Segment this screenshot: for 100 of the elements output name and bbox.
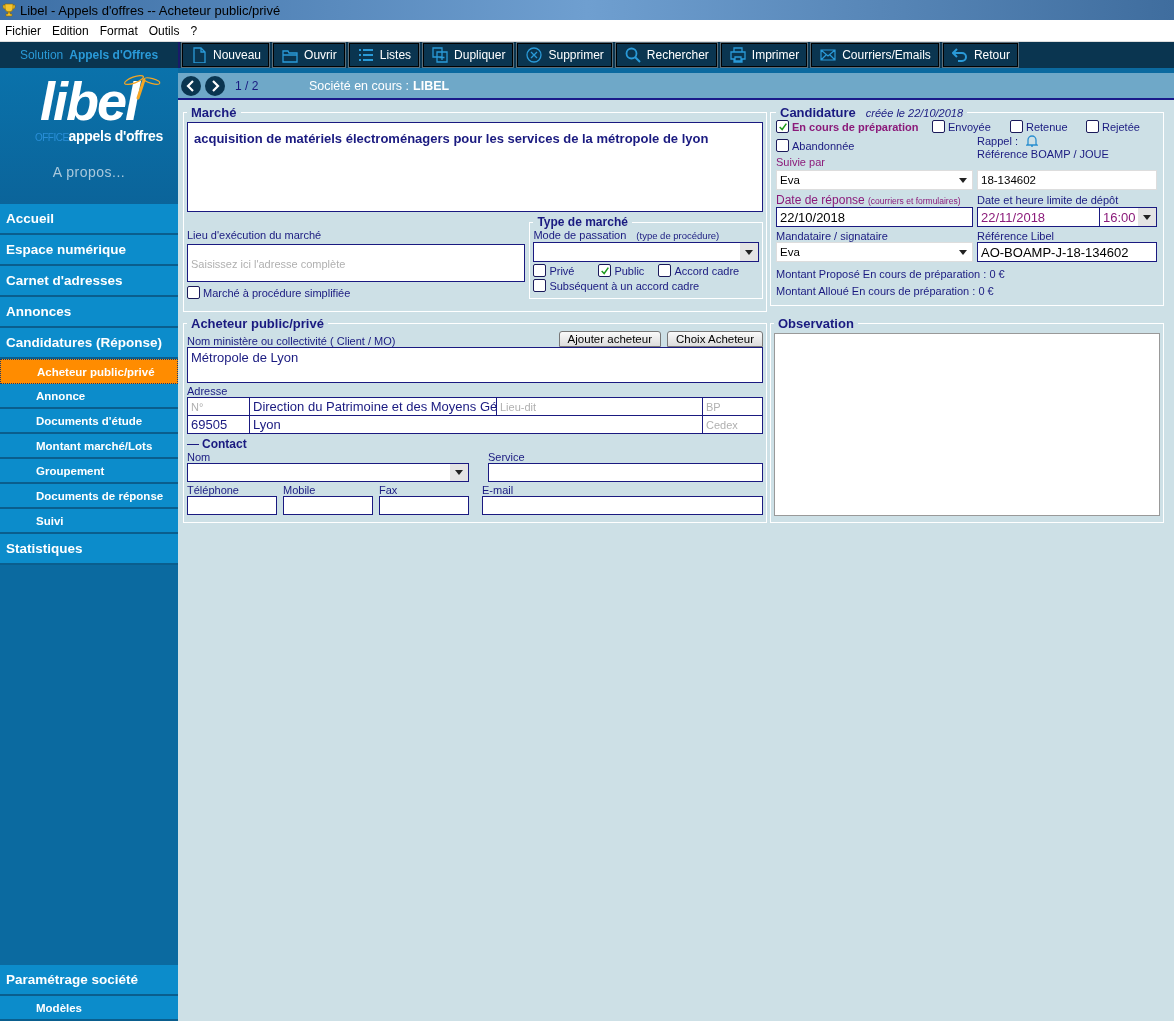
toolbar-button[interactable]: Imprimer (720, 43, 808, 67)
sidebar-item[interactable]: Documents de réponse (0, 484, 178, 509)
sidebar-item[interactable]: Candidatures (Réponse) (0, 328, 178, 359)
toolbar-button[interactable]: Supprimer (517, 43, 612, 67)
company-name: LIBEL (413, 78, 450, 93)
amount-text: Montant Proposé En cours de préparation : 0 € (776, 268, 1006, 280)
sidebar-item[interactable]: Annonce (0, 384, 178, 409)
chevron-left-icon (185, 79, 197, 92)
field-label: Rappel : (977, 135, 1018, 147)
solution-name: Appels d'Offres (69, 48, 159, 62)
dropdown-field[interactable] (533, 242, 759, 262)
company-label: Société en cours : (309, 78, 410, 93)
checkbox[interactable] (776, 139, 789, 152)
sidebar-item[interactable]: Suivi (0, 509, 178, 534)
mail-icon (820, 47, 837, 63)
field-label: Date et heure limite de dépôt (977, 194, 1119, 206)
time-field[interactable]: 16:00 (1100, 207, 1157, 227)
object-field[interactable]: acquisition de matériels électroménagers pour les services de la métropole de lyon (187, 122, 763, 212)
sidebar-item[interactable]: Modèles (0, 996, 178, 1021)
checkbox-label: En cours de préparation (792, 120, 919, 133)
input-field[interactable] (379, 496, 469, 515)
sidebar-item[interactable]: Annonces (0, 297, 178, 328)
toolbar-button[interactable]: Retour (942, 43, 1018, 67)
date-field[interactable]: 22/11/2018 (977, 207, 1100, 227)
toolbar-button[interactable]: Dupliquer (423, 43, 514, 67)
checkbox[interactable] (598, 264, 612, 277)
checkbox[interactable] (932, 120, 945, 133)
toolbar-button[interactable]: Listes (348, 43, 420, 67)
sidebar-item[interactable]: Espace numérique (0, 235, 178, 266)
field-label: Lieu d'exécution du marché (187, 229, 323, 241)
sidebar-item[interactable]: Accueil (0, 204, 178, 235)
created-date: créée le 22/10/2018 (865, 107, 964, 119)
duplicate-icon (432, 47, 449, 63)
field-label: Téléphone (187, 484, 240, 496)
document-icon (191, 47, 207, 63)
input-field[interactable]: AO-BOAMP-J-18-134602 (977, 242, 1157, 262)
checkbox-label: Abandonnée (792, 139, 855, 152)
checkbox-label: Retenue (1026, 120, 1068, 133)
logo-name: libel (40, 76, 138, 126)
panel-title: Acheteur public/privé (190, 316, 325, 331)
field-label: Nom (187, 451, 212, 463)
checkbox[interactable] (533, 279, 547, 292)
input-field[interactable] (488, 463, 763, 482)
input-field[interactable]: Métropole de Lyon (187, 347, 763, 383)
menu-item[interactable]: Fichier (0, 23, 47, 38)
logo-product: appels d'offres (68, 128, 164, 144)
date-field[interactable]: 22/10/2018 (776, 207, 973, 227)
toolbar-button[interactable]: Rechercher (615, 43, 717, 67)
window-title: Libel - Appels d'offres -- Acheteur public/privé (20, 2, 281, 18)
checkbox[interactable] (658, 264, 672, 277)
field-label: Nom ministère ou collectivité ( Client / MO) (187, 335, 397, 347)
input-field[interactable] (283, 496, 373, 515)
sidebar-item[interactable]: Montant marché/Lots (0, 434, 178, 459)
tab-button[interactable]: Ajouter acheteur (558, 331, 661, 347)
toolbar-button[interactable]: Ouvrir (273, 43, 345, 67)
panel-title: Candidature (780, 105, 856, 120)
record-position: 1 / 2 (235, 78, 260, 93)
about-link[interactable]: A propos... (52, 164, 126, 180)
checkbox[interactable] (1010, 120, 1023, 133)
sidebar-item[interactable]: Groupement (0, 459, 178, 484)
dropdown-field[interactable] (187, 463, 469, 482)
checkbox-label: Rejetée (1102, 120, 1140, 133)
search-icon (624, 47, 641, 63)
checkbox[interactable] (187, 286, 200, 299)
sidebar-item[interactable]: Documents d'étude (0, 409, 178, 434)
return-icon (951, 47, 968, 63)
input-field[interactable]: Saisissez ici l'adresse complète (187, 244, 526, 282)
previous-button[interactable] (181, 75, 201, 96)
dropdown-field[interactable]: Eva (776, 170, 973, 190)
checkbox[interactable] (1086, 120, 1099, 133)
input-field[interactable] (187, 496, 277, 515)
input-field[interactable] (482, 496, 763, 515)
section-title: Contact (202, 437, 247, 451)
checkbox-label: Public (614, 264, 645, 277)
panel-title: Marché (190, 105, 238, 120)
toolbar-button[interactable]: Nouveau (182, 43, 270, 67)
sidebar-item[interactable]: Paramétrage société (0, 965, 178, 996)
toolbar-button[interactable]: Courriers/Emails (811, 43, 939, 67)
folder-icon (282, 47, 299, 63)
input-field[interactable]: 18-134602 (977, 170, 1157, 190)
checkbox-label: Subséquent à un accord cadre (549, 279, 700, 292)
tab-button[interactable]: Choix Acheteur (667, 331, 763, 347)
dropdown-field[interactable]: Eva (776, 242, 973, 262)
printer-icon (729, 47, 746, 63)
field-label: Mode de passation (533, 229, 627, 241)
field-label: Suivie par (776, 156, 826, 168)
checkbox[interactable] (533, 264, 547, 277)
next-button[interactable] (205, 75, 225, 96)
logo-office: OFFICE (34, 132, 69, 143)
trophy-icon (2, 3, 16, 17)
list-icon (357, 47, 374, 63)
checkbox-label: Marché à procédure simplifiée (203, 286, 351, 299)
menu-item[interactable]: Outils (143, 23, 186, 38)
menu-item[interactable]: ? (185, 23, 204, 38)
menu-item[interactable]: Format (94, 23, 144, 38)
menu-item[interactable]: Edition (47, 23, 95, 38)
checkbox[interactable] (776, 120, 789, 133)
field-hint: (type de procédure) (636, 230, 720, 241)
sidebar-item[interactable]: Statistiques (0, 534, 178, 565)
sidebar-item[interactable]: Carnet d'adresses (0, 266, 178, 297)
